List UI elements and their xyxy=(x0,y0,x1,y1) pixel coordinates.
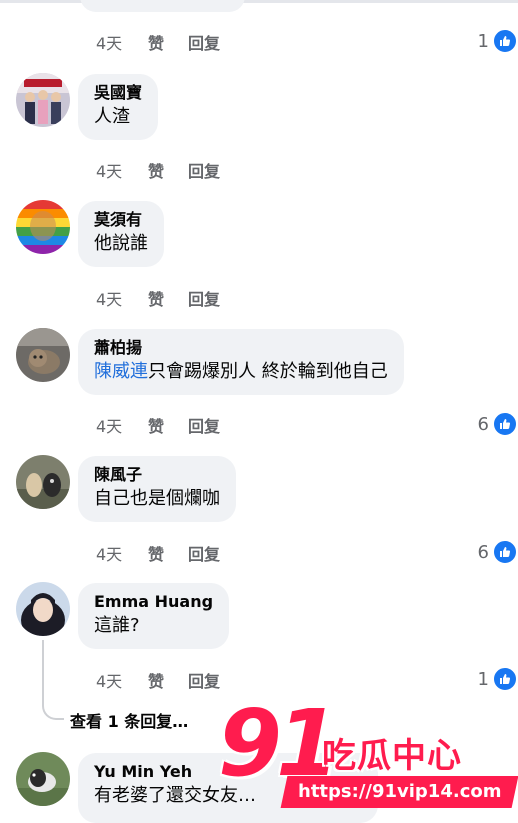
like-button[interactable]: 赞 xyxy=(148,413,188,437)
comment-actions: 4天 赞 回复 xyxy=(96,413,220,437)
reply-button[interactable]: 回复 xyxy=(188,668,220,692)
comment-time[interactable]: 4天 xyxy=(96,30,148,54)
reaction-count[interactable]: 6 xyxy=(478,411,518,437)
comment-text: 人渣 xyxy=(94,106,130,127)
comment-time[interactable]: 4天 xyxy=(96,286,148,310)
avatar[interactable] xyxy=(16,200,70,254)
like-button[interactable]: 赞 xyxy=(148,158,188,182)
mention-link[interactable]: 陳威連 xyxy=(94,361,148,382)
comment-time[interactable]: 4天 xyxy=(96,668,148,692)
thumbs-up-icon xyxy=(492,539,518,565)
thumbs-up-icon xyxy=(492,28,518,54)
like-button[interactable]: 赞 xyxy=(148,30,188,54)
commenter-name[interactable]: 吳國寶 xyxy=(94,82,142,104)
watermark: 91 吃瓜中心 https://91vip14.com xyxy=(218,690,518,818)
comment-text: 這誰? xyxy=(94,615,140,636)
reaction-count[interactable]: 6 xyxy=(478,539,518,565)
reply-button[interactable]: 回复 xyxy=(188,286,220,310)
watermark-url: https://91vip14.com xyxy=(280,776,518,808)
view-replies-link[interactable]: 查看 1 条回复… xyxy=(70,708,188,732)
reaction-number: 6 xyxy=(477,413,489,435)
reaction-number: 1 xyxy=(477,30,489,52)
like-button[interactable]: 赞 xyxy=(148,286,188,310)
watermark-url-text: https://91vip14.com xyxy=(298,781,502,802)
like-button[interactable]: 赞 xyxy=(148,541,188,565)
comment-actions: 4天 赞 回复 xyxy=(96,668,220,692)
commenter-name[interactable]: 莫須有 xyxy=(94,209,148,231)
comment-actions: 4天 赞 回复 xyxy=(96,286,220,310)
top-divider xyxy=(0,0,518,3)
comment-bubble: 莫須有 他說誰 xyxy=(78,201,164,267)
comment-actions: 4天 赞 回复 xyxy=(96,541,220,565)
comment-text: 自己也是個爛咖 xyxy=(94,488,220,509)
watermark-brand: 吃瓜中心 xyxy=(322,736,462,776)
comment-time[interactable]: 4天 xyxy=(96,541,148,565)
previous-comment-bubble xyxy=(80,0,245,12)
comment-bubble: Emma Huang 這誰? xyxy=(78,583,230,649)
comment-bubble: 陳風子 自己也是個爛咖 xyxy=(78,456,236,522)
commenter-name[interactable]: Emma Huang xyxy=(94,591,213,613)
reaction-number: 1 xyxy=(477,668,489,690)
comment-actions: 4天 赞 回复 xyxy=(96,158,220,182)
reply-thread-line xyxy=(42,640,44,700)
reply-button[interactable]: 回复 xyxy=(188,158,220,182)
comment-time[interactable]: 4天 xyxy=(96,158,148,182)
reply-thread-curve xyxy=(42,700,64,720)
reply-button[interactable]: 回复 xyxy=(188,541,220,565)
avatar[interactable] xyxy=(16,73,70,127)
comment-text: 他說誰 xyxy=(94,233,148,254)
reaction-number: 6 xyxy=(477,541,489,563)
thumbs-up-icon xyxy=(492,666,518,692)
comment-bubble: 蕭柏揚 陳威連只會踢爆別人 終於輪到他自己 xyxy=(78,329,404,395)
commenter-name[interactable]: 蕭柏揚 xyxy=(94,337,388,359)
reply-button[interactable]: 回复 xyxy=(188,413,220,437)
commenter-name[interactable]: 陳風子 xyxy=(94,464,220,486)
comment-text: 陳威連只會踢爆別人 終於輪到他自己 xyxy=(94,359,388,385)
comment-bubble: 吳國寶 人渣 xyxy=(78,74,159,140)
thumbs-up-icon xyxy=(492,411,518,437)
reply-button[interactable]: 回复 xyxy=(188,30,220,54)
reaction-count[interactable]: 1 xyxy=(478,28,518,54)
like-button[interactable]: 赞 xyxy=(148,668,188,692)
comment-text-body: 只會踢爆別人 終於輪到他自己 xyxy=(148,361,388,382)
comment-time[interactable]: 4天 xyxy=(96,413,148,437)
avatar[interactable] xyxy=(16,752,70,806)
avatar[interactable] xyxy=(16,455,70,509)
avatar[interactable] xyxy=(16,328,70,382)
avatar[interactable] xyxy=(16,582,70,636)
comment-actions: 4天 赞 回复 xyxy=(96,30,220,54)
reaction-count[interactable]: 1 xyxy=(478,666,518,692)
